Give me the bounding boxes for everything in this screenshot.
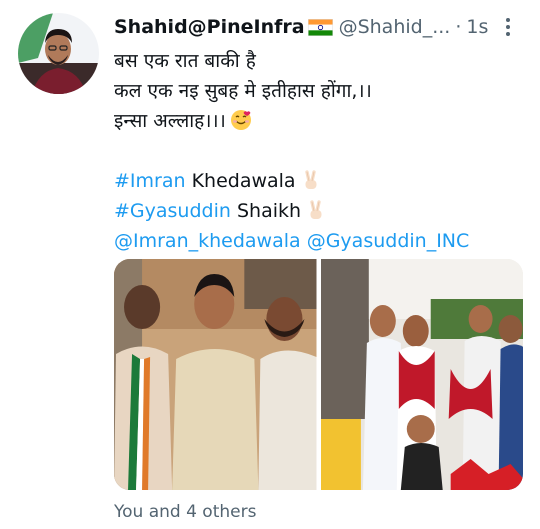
timestamp[interactable]: 1s: [466, 16, 488, 38]
mention-link-imran[interactable]: @Imran_khedawala: [114, 230, 301, 252]
tweet-text: बस एक रात बाकी है कल एक नइ सुबह मे इतीहा…: [114, 46, 526, 256]
media-grid: [114, 259, 523, 490]
separator-dot: ·: [455, 16, 462, 38]
avatar[interactable]: [18, 13, 99, 94]
photo-1[interactable]: [114, 259, 317, 490]
tweet-header: Shahid@PineInfra @Shahid_... · 1s: [114, 12, 526, 42]
india-flag-icon: [307, 18, 333, 36]
tagged-people[interactable]: You and 4 others: [114, 502, 256, 522]
text-line-hashtag-1: #Imran Khedawala: [114, 166, 526, 196]
text-line-mentions: @Imran_khedawala @Gyasuddin_INC: [114, 226, 526, 256]
text-line-3: इन्सा अल्लाह।।।: [114, 106, 526, 136]
text-line-1: बस एक रात बाकी है: [114, 50, 256, 72]
tweet[interactable]: Shahid@PineInfra @Shahid_... · 1s बस एक …: [0, 0, 540, 529]
hashtag-link-imran[interactable]: #Imran: [114, 170, 186, 192]
display-name[interactable]: Shahid@PineInfra: [114, 16, 305, 38]
text-line-hashtag-2: #Gyasuddin Shaikh: [114, 196, 526, 226]
hashtag-1-rest: Khedawala: [185, 170, 296, 192]
user-handle[interactable]: @Shahid_...: [339, 16, 451, 38]
photo-2[interactable]: [320, 259, 523, 490]
more-options-icon[interactable]: [502, 15, 514, 39]
hashtag-2-rest: Shaikh: [230, 200, 302, 222]
hashtag-link-gyasuddin[interactable]: #Gyasuddin: [114, 200, 231, 222]
text-line-2: कल एक नइ सुबह मे इतीहास होंगा,।।: [114, 80, 372, 102]
victory-hand-icon: [300, 169, 322, 191]
victory-hand-icon: [305, 199, 327, 221]
smiling-face-with-hearts-icon: [230, 109, 252, 131]
text-line-3-text: इन्सा अल्लाह।।।: [114, 110, 226, 132]
mention-link-gyasuddin[interactable]: @Gyasuddin_INC: [307, 230, 470, 252]
